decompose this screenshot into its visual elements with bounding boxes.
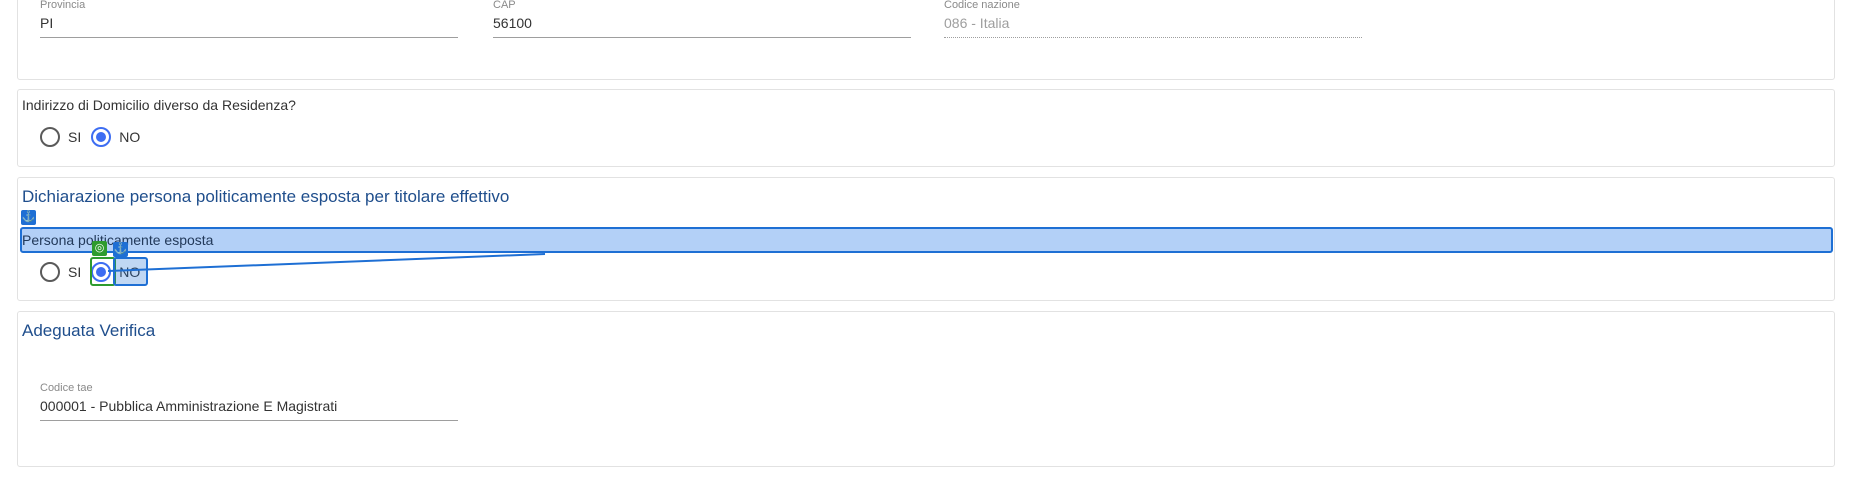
domicilio-question: Indirizzo di Domicilio diverso da Reside… — [22, 97, 296, 113]
target-icon: ◎ — [92, 241, 107, 256]
codice-nazione-value: 086 - Italia — [944, 11, 1362, 38]
domicilio-si-radio[interactable] — [40, 127, 60, 147]
domicilio-radio-group: SI NO — [40, 127, 150, 147]
adeguata-verifica-card: Adeguata Verifica Codice tae 000001 - Pu… — [17, 311, 1835, 467]
codice-tae-value[interactable]: 000001 - Pubblica Amministrazione E Magi… — [40, 394, 458, 421]
anchor-icon: ⚓ — [113, 242, 128, 257]
cap-value[interactable]: 56100 — [493, 11, 911, 38]
cap-field[interactable]: CAP 56100 — [493, 0, 911, 38]
codice-nazione-label: Codice nazione — [944, 0, 1020, 11]
cap-label: CAP — [493, 0, 516, 11]
domicilio-card: Indirizzo di Domicilio diverso da Reside… — [17, 89, 1835, 167]
adeguata-verifica-title: Adeguata Verifica — [22, 321, 156, 340]
element-highlight — [20, 227, 1833, 253]
codice-tae-label: Codice tae — [40, 382, 93, 394]
codice-tae-field[interactable]: Codice tae 000001 - Pubblica Amministraz… — [40, 382, 458, 421]
domicilio-no-label[interactable]: NO — [119, 129, 140, 145]
provincia-field[interactable]: Provincia PI — [40, 0, 458, 38]
anchor-icon: ⚓ — [21, 210, 36, 225]
codice-nazione-field: Codice nazione 086 - Italia — [944, 0, 1362, 38]
provincia-label: Provincia — [40, 0, 86, 11]
domicilio-no-radio[interactable] — [91, 127, 112, 147]
pep-si-radio[interactable] — [40, 262, 60, 282]
pep-section-title: Dichiarazione persona politicamente espo… — [22, 187, 510, 206]
selection-box — [113, 257, 148, 286]
provincia-value[interactable]: PI — [40, 11, 458, 38]
pep-si-label[interactable]: SI — [68, 264, 81, 280]
address-card: Provincia PI CAP 56100 Codice nazione 08… — [17, 0, 1835, 80]
domicilio-si-label[interactable]: SI — [68, 129, 81, 145]
